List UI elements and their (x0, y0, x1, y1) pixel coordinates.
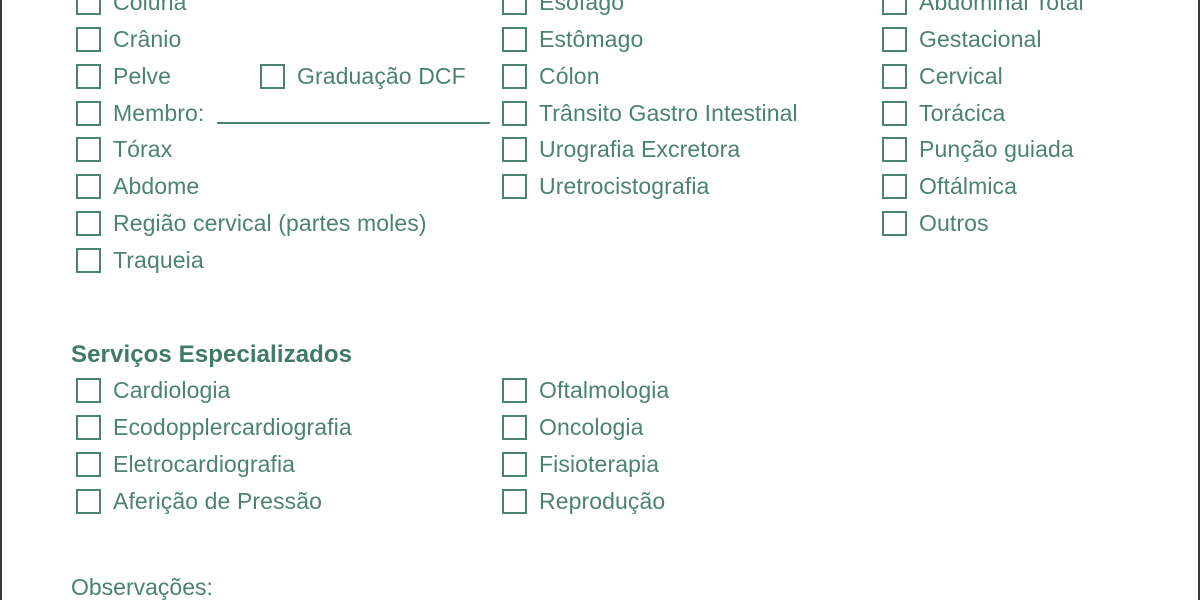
checkbox-row-pelve[interactable]: Pelve (76, 63, 171, 90)
checkbox-puncao-guiada[interactable] (882, 137, 907, 162)
checkbox-label: Urografia Excretora (539, 136, 741, 162)
checkbox-eletrocardiografia[interactable] (76, 452, 101, 477)
checkbox-row-fisioterapia[interactable]: Fisioterapia (502, 451, 659, 478)
checkbox-row-eletrocardiografia[interactable]: Eletrocardiografia (76, 451, 295, 478)
checkbox-label: Outros (919, 210, 989, 236)
section-title-servicos-especializados: Serviços Especializados (71, 341, 353, 368)
checkbox-label: Fisioterapia (539, 451, 660, 477)
checkbox-label: Graduação DCF (297, 63, 466, 89)
checkbox-coluna[interactable] (76, 0, 101, 15)
checkbox-cranio[interactable] (76, 27, 101, 52)
checkbox-label: Esôfago (539, 0, 625, 15)
checkbox-label: Membro: (113, 100, 205, 126)
checkbox-row-esofago[interactable]: Esôfago (502, 0, 624, 16)
checkbox-row-urografia-excretora[interactable]: Urografia Excretora (502, 136, 740, 163)
checkbox-oncologia[interactable] (502, 415, 527, 440)
checkbox-label: Cardiologia (113, 377, 231, 403)
checkbox-row-transito-gastro-intestinal[interactable]: Trânsito Gastro Intestinal (502, 100, 798, 127)
checkbox-row-afericao-de-pressao[interactable]: Aferição de Pressão (76, 488, 322, 515)
checkbox-row-regiao-cervical[interactable]: Região cervical (partes moles) (76, 210, 427, 237)
checkbox-abdome[interactable] (76, 174, 101, 199)
checkbox-row-oftalmologia[interactable]: Oftalmologia (502, 377, 669, 404)
checkbox-uretrocistografia[interactable] (502, 174, 527, 199)
checkbox-row-ecodopplercardiografia[interactable]: Ecodopplercardiografia (76, 414, 352, 441)
checkbox-label: Traqueia (113, 247, 204, 273)
checkbox-label: Trânsito Gastro Intestinal (539, 100, 798, 126)
observations-label: Observações: (71, 574, 213, 600)
checkbox-row-torax[interactable]: Tórax (76, 136, 172, 163)
checkbox-row-graduacao-dcf[interactable]: Graduação DCF (260, 63, 466, 90)
checkbox-abdominal-total[interactable] (882, 0, 907, 15)
checkbox-row-cervical[interactable]: Cervical (882, 63, 1003, 90)
checkbox-graduacao-dcf[interactable] (260, 64, 285, 89)
form-sheet: Coluna Crânio Pelve Graduação DCF Membro… (0, 0, 1200, 600)
checkbox-estomago[interactable] (502, 27, 527, 52)
checkbox-label: Punção guiada (919, 136, 1074, 162)
checkbox-row-coluna[interactable]: Coluna (76, 0, 187, 16)
checkbox-traqueia[interactable] (76, 248, 101, 273)
checkbox-label: Gestacional (919, 26, 1042, 52)
checkbox-label: Cólon (539, 63, 600, 89)
checkbox-gestacional[interactable] (882, 27, 907, 52)
checkbox-label: Cervical (919, 63, 1003, 89)
checkbox-row-membro[interactable]: Membro: (76, 100, 204, 127)
checkbox-row-reproducao[interactable]: Reprodução (502, 488, 665, 515)
checkbox-label: Crânio (113, 26, 182, 52)
checkbox-row-traqueia[interactable]: Traqueia (76, 247, 204, 274)
checkbox-row-estomago[interactable]: Estômago (502, 26, 643, 53)
checkbox-cervical[interactable] (882, 64, 907, 89)
checkbox-label: Tórax (113, 136, 173, 162)
checkbox-row-puncao-guiada[interactable]: Punção guiada (882, 136, 1074, 163)
checkbox-label: Pelve (113, 63, 172, 89)
checkbox-oftalmologia[interactable] (502, 378, 527, 403)
checkbox-label: Oncologia (539, 414, 644, 440)
checkbox-reproducao[interactable] (502, 489, 527, 514)
checkbox-row-oftalmica[interactable]: Oftálmica (882, 173, 1017, 200)
checkbox-label: Aferição de Pressão (113, 488, 323, 514)
checkbox-outros[interactable] (882, 211, 907, 236)
checkbox-cardiologia[interactable] (76, 378, 101, 403)
checkbox-regiao-cervical[interactable] (76, 211, 101, 236)
checkbox-row-abdome[interactable]: Abdome (76, 173, 199, 200)
checkbox-row-cranio[interactable]: Crânio (76, 26, 181, 53)
checkbox-oftalmica[interactable] (882, 174, 907, 199)
checkbox-colon[interactable] (502, 64, 527, 89)
checkbox-label: Coluna (113, 0, 187, 15)
checkbox-esofago[interactable] (502, 0, 527, 15)
checkbox-transito-gastro-intestinal[interactable] (502, 101, 527, 126)
checkbox-label: Região cervical (partes moles) (113, 210, 427, 236)
checkbox-torax[interactable] (76, 137, 101, 162)
checkbox-label: Reprodução (539, 488, 666, 514)
checkbox-label: Torácica (919, 100, 1006, 126)
checkbox-pelve[interactable] (76, 64, 101, 89)
checkbox-label: Abdome (113, 173, 200, 199)
checkbox-label: Eletrocardiografia (113, 451, 296, 477)
checkbox-label: Oftalmologia (539, 377, 670, 403)
checkbox-row-uretrocistografia[interactable]: Uretrocistografia (502, 173, 709, 200)
checkbox-row-gestacional[interactable]: Gestacional (882, 26, 1042, 53)
checkbox-toracica[interactable] (882, 101, 907, 126)
checkbox-label: Abdominal Total (919, 0, 1084, 15)
checkbox-row-abdominal-total[interactable]: Abdominal Total (882, 0, 1084, 16)
checkbox-urografia-excretora[interactable] (502, 137, 527, 162)
checkbox-row-colon[interactable]: Cólon (502, 63, 600, 90)
checkbox-row-oncologia[interactable]: Oncologia (502, 414, 643, 441)
checkbox-ecodopplercardiografia[interactable] (76, 415, 101, 440)
checkbox-label: Oftálmica (919, 173, 1018, 199)
checkbox-fisioterapia[interactable] (502, 452, 527, 477)
checkbox-label: Estômago (539, 26, 644, 52)
checkbox-row-toracica[interactable]: Torácica (882, 100, 1005, 127)
checkbox-row-outros[interactable]: Outros (882, 210, 989, 237)
checkbox-afericao-de-pressao[interactable] (76, 489, 101, 514)
checkbox-label: Ecodopplercardiografia (113, 414, 352, 440)
checkbox-label: Uretrocistografia (539, 173, 710, 199)
checkbox-row-cardiologia[interactable]: Cardiologia (76, 377, 230, 404)
membro-write-in-line[interactable] (217, 122, 490, 124)
checkbox-membro[interactable] (76, 101, 101, 126)
